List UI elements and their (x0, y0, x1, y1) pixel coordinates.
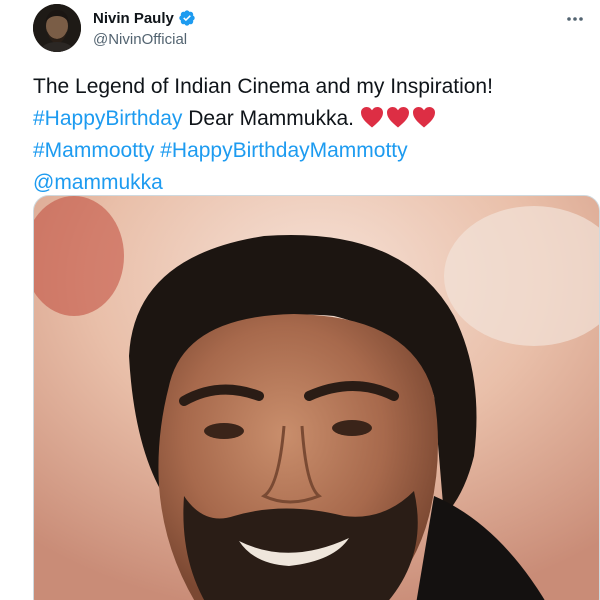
hashtag-happybirthdaymammotty[interactable]: #HappyBirthdayMammotty (160, 139, 407, 162)
tweet-text-dear: Dear Mammukka. (182, 107, 354, 130)
red-heart-emoji (386, 107, 409, 128)
avatar-photo (33, 4, 81, 52)
mention-mammukka[interactable]: @mammukka (33, 171, 163, 194)
more-options-icon[interactable] (564, 8, 586, 30)
hashtag-mammootty[interactable]: #Mammootty (33, 139, 154, 162)
tweet-media-photo[interactable] (33, 195, 600, 600)
tweet-card[interactable]: Nivin Pauly @NivinOfficial The Legend of… (0, 0, 600, 600)
tweet-text-line1: The Legend of Indian Cinema and my Inspi… (33, 75, 493, 98)
verified-badge-icon (179, 10, 195, 26)
red-heart-emoji (360, 107, 383, 128)
tweet-text-line2: #HappyBirthday Dear Mammukka. (33, 103, 583, 135)
hearts-emoji-group (360, 106, 436, 128)
tweet-text: The Legend of Indian Cinema and my Inspi… (33, 71, 583, 199)
hashtag-happybirthday[interactable]: #HappyBirthday (33, 107, 182, 130)
red-heart-emoji (412, 107, 435, 128)
tweet-text-line3: #Mammootty #HappyBirthdayMammotty (33, 135, 583, 167)
author-handle[interactable]: @NivinOfficial (93, 31, 187, 48)
portrait-photo (34, 196, 599, 600)
author-name[interactable]: Nivin Pauly (93, 10, 174, 27)
author-avatar[interactable] (33, 4, 81, 52)
